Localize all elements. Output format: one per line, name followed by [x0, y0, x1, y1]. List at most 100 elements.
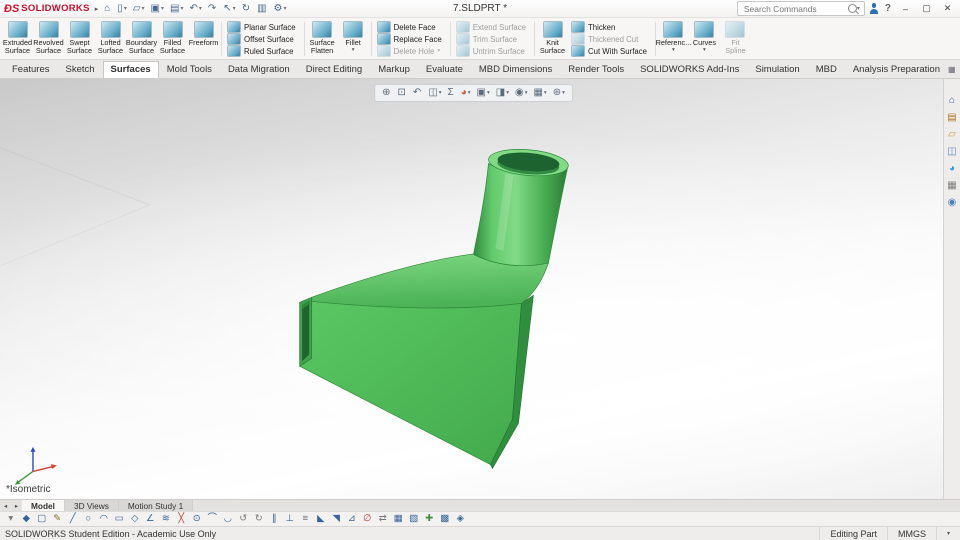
- hide-show-items-button[interactable]: ◉ ▾: [512, 85, 530, 101]
- dropdown-caret-icon[interactable]: ▾: [124, 5, 127, 12]
- minimize-button[interactable]: –: [897, 4, 914, 14]
- dynamic-annotation-button[interactable]: Σ: [445, 85, 457, 101]
- design-library-icon[interactable]: ▤: [947, 112, 956, 123]
- ribbon-tab[interactable]: Render Tools: [560, 61, 632, 78]
- document-tab[interactable]: Motion Study 1: [118, 500, 194, 511]
- sketch-tool-icon[interactable]: ╳: [174, 512, 190, 526]
- ribbon-tab[interactable]: MBD Dimensions: [471, 61, 560, 78]
- undo-button[interactable]: ↶ ▾: [186, 1, 204, 16]
- sketch-tool-icon[interactable]: ▭: [112, 512, 128, 526]
- ribbon-tab[interactable]: Evaluate: [418, 61, 471, 78]
- delete-face-button[interactable]: Delete Face: [376, 21, 445, 33]
- apply-scene-button[interactable]: ▦ ▾: [531, 85, 549, 101]
- untrim-surface-button[interactable]: Untrim Surface: [455, 45, 529, 57]
- cut-with-surface-button[interactable]: Cut With Surface: [571, 45, 650, 57]
- dropdown-caret-icon[interactable]: ▾: [487, 85, 490, 101]
- dropdown-caret-icon[interactable]: ▾: [352, 47, 355, 53]
- dropdown-caret-icon[interactable]: ▾: [506, 85, 509, 101]
- ruled-surface-button[interactable]: Ruled Surface: [227, 45, 299, 57]
- view-settings-button[interactable]: ⊛ ▾: [550, 85, 567, 101]
- sketch-tool-icon[interactable]: ⊿: [344, 512, 360, 526]
- sketch-tool-icon[interactable]: ⌒: [205, 512, 221, 526]
- dropdown-caret-icon[interactable]: ▾: [142, 5, 145, 12]
- dropdown-caret-icon[interactable]: ▾: [544, 85, 547, 101]
- nozzle-bottom-face[interactable]: [299, 300, 522, 466]
- graphics-area[interactable]: ⊕ ⊡ ↶ ◫ ▾ Σ ◕ ▾ ▣ ▾ ◨ ▾ ◉ ▾ ▦ ▾ ⊛ ▾ *Iso…: [0, 79, 943, 499]
- print-button[interactable]: ▤ ▾: [167, 1, 186, 16]
- units-selector[interactable]: MMGS: [886, 527, 936, 540]
- rebuild-button[interactable]: ↻: [239, 1, 254, 16]
- dropdown-caret-icon[interactable]: ▾: [439, 85, 442, 101]
- sketch-tool-icon[interactable]: ◠: [96, 512, 112, 526]
- section-view-button[interactable]: ◫ ▾: [426, 85, 444, 101]
- pane-icon[interactable]: ▦: [948, 65, 956, 74]
- lofted-surface-button[interactable]: Lofted Surface: [95, 19, 126, 59]
- revolved-surface-button[interactable]: Revolved Surface: [33, 19, 64, 59]
- save-button[interactable]: ▣ ▾: [148, 1, 167, 16]
- sketch-tool-icon[interactable]: ⇄: [375, 512, 391, 526]
- user-account-icon[interactable]: [869, 3, 879, 14]
- previous-view-button[interactable]: ↶: [410, 85, 424, 101]
- ribbon-tab[interactable]: Features: [4, 61, 58, 78]
- fillet-button[interactable]: Fillet ▾: [338, 19, 369, 59]
- dropdown-caret-icon[interactable]: ▾: [525, 85, 528, 101]
- boundary-surface-button[interactable]: Boundary Surface: [126, 19, 157, 59]
- swept-surface-button[interactable]: Swept Surface: [64, 19, 95, 59]
- sketch-tool-icon[interactable]: ✎: [50, 512, 66, 526]
- sketch-tool-icon[interactable]: ✚: [422, 512, 438, 526]
- surface-flatten-button[interactable]: Surface Flatten: [307, 19, 338, 59]
- ribbon-tab[interactable]: Direct Editing: [298, 61, 371, 78]
- sketch-tool-icon[interactable]: ▦: [391, 512, 407, 526]
- sketch-tool-icon[interactable]: ⊙: [189, 512, 205, 526]
- sketch-tool-icon[interactable]: ▢: [34, 512, 50, 526]
- sketch-tool-icon[interactable]: ≋: [158, 512, 174, 526]
- dropdown-caret-icon[interactable]: ▾: [199, 5, 202, 12]
- tab-scroll-left-icon[interactable]: ◂: [0, 500, 11, 511]
- dropdown-caret-icon[interactable]: ▾: [233, 5, 236, 12]
- appearances-button[interactable]: ◕ ▾: [458, 85, 473, 101]
- zoom-area-button[interactable]: ⊡: [395, 85, 409, 101]
- sketch-tool-icon[interactable]: ↻: [251, 512, 267, 526]
- document-tab[interactable]: Model: [22, 500, 65, 511]
- trim-surface-button[interactable]: Trim Surface: [455, 33, 529, 45]
- sketch-tool-icon[interactable]: ∠: [143, 512, 159, 526]
- filled-surface-button[interactable]: Filled Surface: [157, 19, 188, 59]
- knit-surface-button[interactable]: Knit Surface: [537, 19, 568, 59]
- extend-surface-button[interactable]: Extend Surface: [455, 21, 529, 33]
- thickened-cut-button[interactable]: Thickened Cut: [571, 33, 650, 45]
- options-button[interactable]: ⚙ ▾: [271, 1, 290, 16]
- sketch-tool-icon[interactable]: ○: [81, 512, 97, 526]
- dropdown-caret-icon[interactable]: ▾: [437, 48, 440, 54]
- tab-scroll-right-icon[interactable]: ▸: [11, 500, 22, 511]
- sketch-tool-icon[interactable]: ◆: [19, 512, 35, 526]
- ribbon-tab[interactable]: Sketch: [58, 61, 103, 78]
- sketch-tool-icon[interactable]: ◇: [127, 512, 143, 526]
- appearances-scenes-icon[interactable]: ◕: [949, 163, 955, 174]
- search-icon[interactable]: [847, 4, 857, 13]
- open-button[interactable]: ▱ ▾: [130, 1, 148, 16]
- menu-flyout-arrow-icon[interactable]: ▸: [92, 5, 102, 13]
- file-properties-button[interactable]: ▥: [254, 1, 270, 16]
- view-palette-icon[interactable]: ◫: [947, 146, 956, 157]
- ribbon-tab[interactable]: SOLIDWORKS Add-Ins: [632, 61, 747, 78]
- maximize-button[interactable]: ▢: [918, 3, 935, 14]
- planar-surface-button[interactable]: Planar Surface: [227, 21, 299, 33]
- dropdown-caret-icon[interactable]: ▾: [703, 47, 706, 53]
- sketch-tool-icon[interactable]: ∅: [360, 512, 376, 526]
- dropdown-caret-icon[interactable]: ▾: [468, 85, 471, 101]
- select-button[interactable]: ↖ ▾: [220, 1, 238, 16]
- sketch-tool-icon[interactable]: ▧: [406, 512, 422, 526]
- curves-button[interactable]: Curves ▾: [689, 19, 720, 59]
- redo-button[interactable]: ↷: [205, 1, 220, 16]
- ribbon-tab[interactable]: Data Migration: [220, 61, 298, 78]
- dropdown-caret-icon[interactable]: ▾: [672, 47, 675, 53]
- offset-surface-button[interactable]: Offset Surface: [227, 33, 299, 45]
- view-orientation-button[interactable]: ▣ ▾: [474, 85, 492, 101]
- search-commands-input[interactable]: [741, 2, 848, 15]
- new-document-button[interactable]: ▯ ▾: [114, 1, 130, 16]
- document-tab[interactable]: 3D Views: [64, 500, 119, 511]
- delete-hole-button[interactable]: Delete Hole ▾: [376, 45, 445, 57]
- nozzle-cylinder[interactable]: [473, 163, 568, 267]
- sketch-tool-icon[interactable]: ◈: [453, 512, 469, 526]
- sketch-tool-icon[interactable]: ▾: [3, 512, 19, 526]
